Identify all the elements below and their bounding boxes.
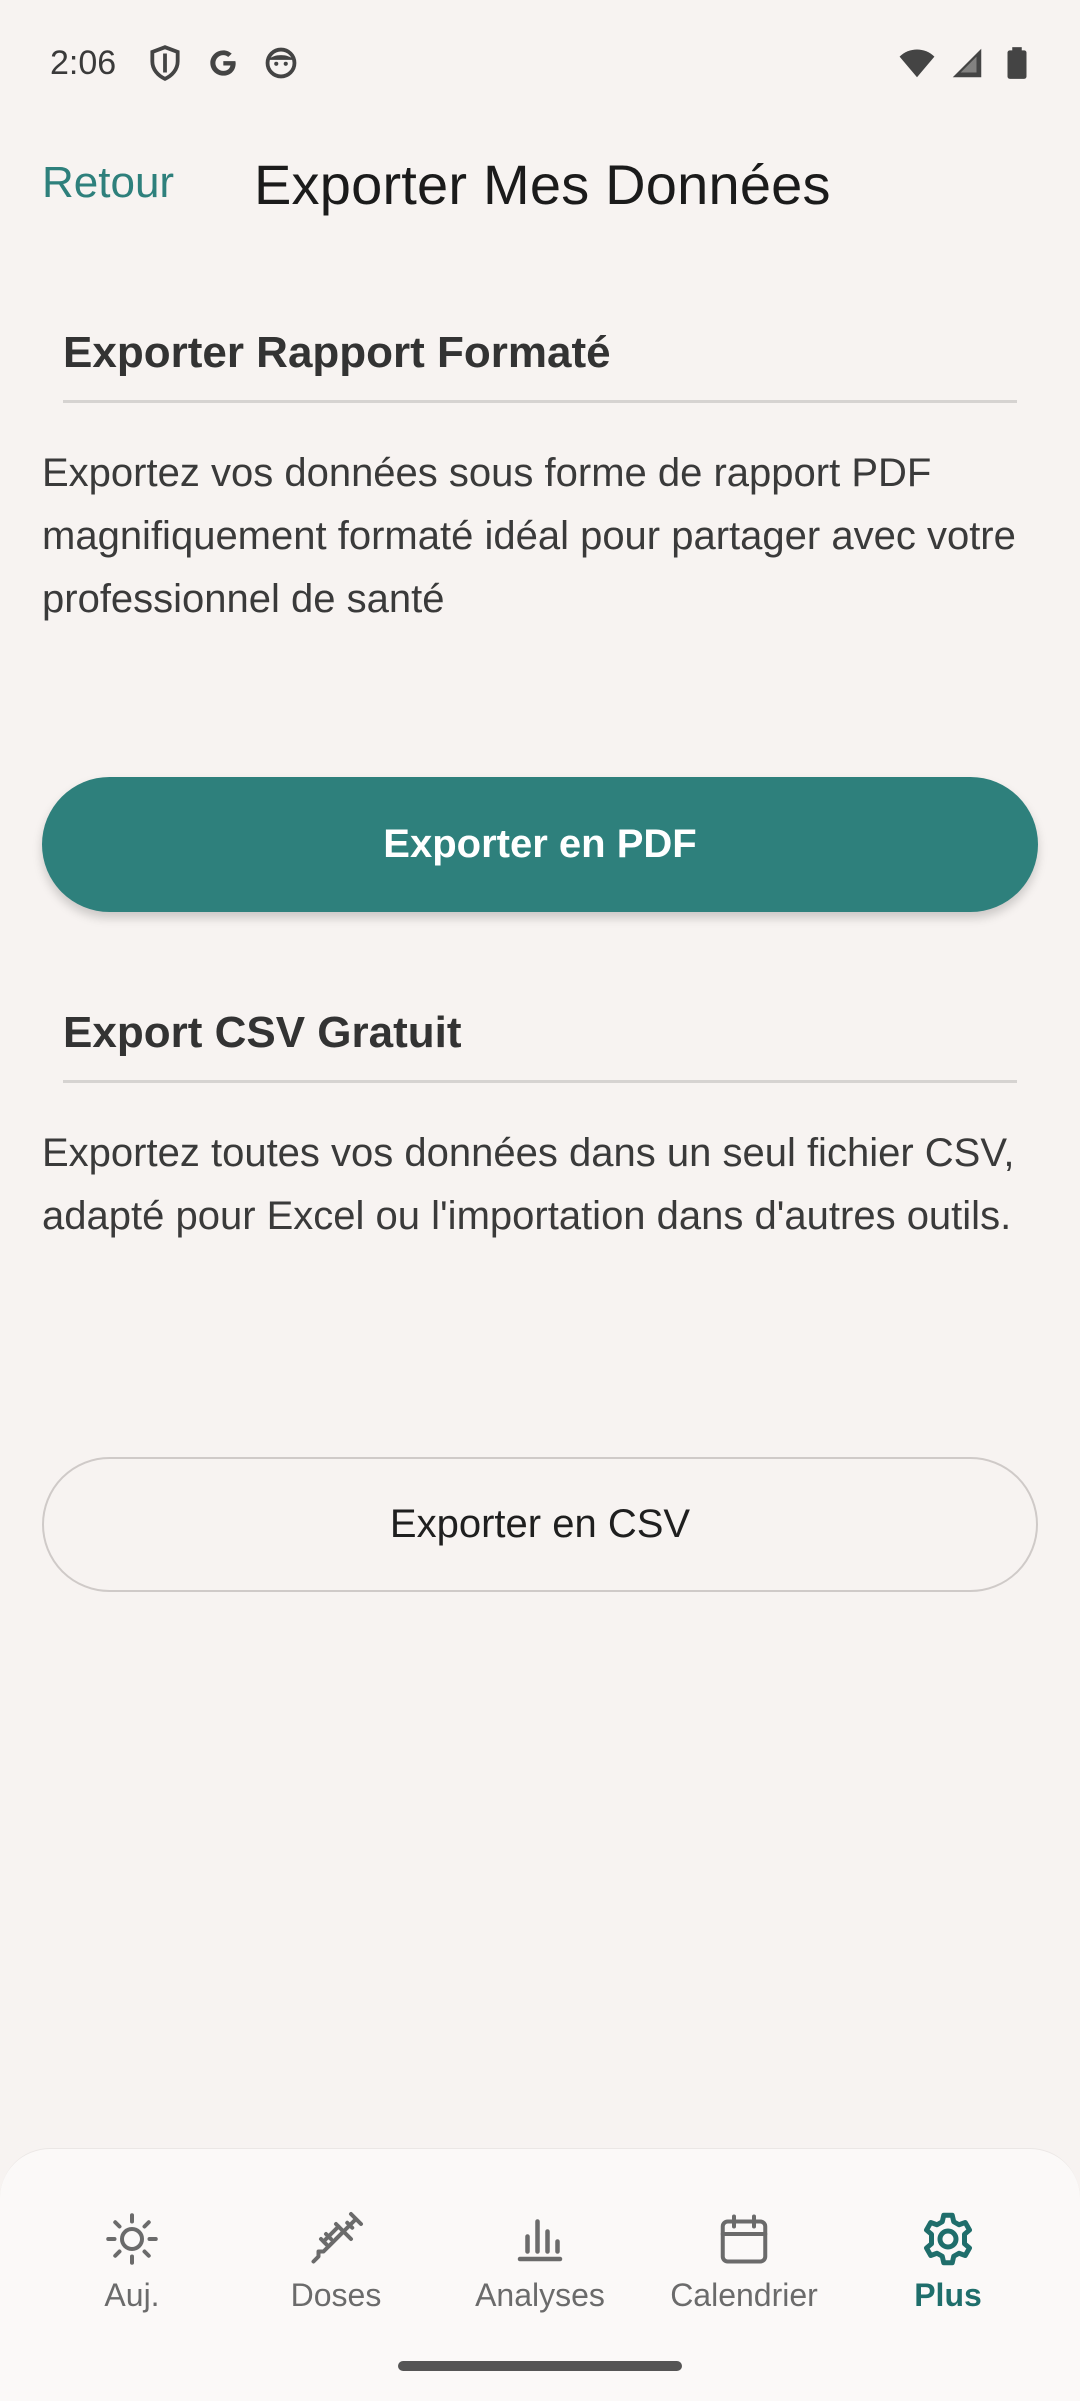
back-button[interactable]: Retour (42, 158, 174, 208)
calendar-icon (720, 2214, 768, 2264)
signal-icon (952, 48, 982, 78)
status-system-icons (898, 44, 1036, 82)
section-description-pdf: Exportez vos données sous forme de rappo… (42, 451, 1016, 621)
google-icon (210, 50, 236, 76)
section-description-csv: Exportez toutes vos données dans un seul… (42, 1131, 1015, 1238)
nav-label-more: Plus (914, 2277, 982, 2313)
export-pdf-button[interactable]: Exporter en PDF (42, 777, 1038, 912)
nav-item-more[interactable]: Plus (848, 2209, 1048, 2314)
syringe-icon (311, 2212, 363, 2264)
nav-label-calendar: Calendrier (670, 2277, 818, 2313)
status-notification-icons (146, 44, 300, 82)
nav-label-doses: Doses (290, 2277, 382, 2313)
nav-item-today[interactable]: Auj. (32, 2209, 232, 2314)
sun-icon (106, 2213, 158, 2265)
page-title: Exporter Mes Données (254, 153, 831, 216)
bar-chart-icon (517, 2219, 563, 2262)
section-heading-pdf: Exporter Rapport Formaté (63, 328, 1017, 403)
shield-icon (150, 45, 180, 81)
status-time: 2:06 (50, 44, 117, 82)
nav-label-today: Auj. (104, 2277, 160, 2313)
status-bar: 2:06 (0, 0, 1080, 130)
wifi-icon (899, 49, 935, 78)
nav-label-analyses: Analyses (475, 2277, 605, 2313)
export-csv-button[interactable]: Exporter en CSV (42, 1457, 1038, 1592)
nav-item-calendar[interactable]: Calendrier (644, 2209, 844, 2314)
top-bar: Retour Exporter Mes Données (0, 150, 1080, 230)
home-indicator[interactable] (398, 2361, 682, 2371)
nav-item-analyses[interactable]: Analyses (440, 2209, 640, 2314)
gear-icon (924, 2212, 972, 2266)
battery-icon (1007, 47, 1027, 79)
section-heading-csv: Export CSV Gratuit (63, 1008, 1017, 1083)
nav-item-doses[interactable]: Doses (236, 2209, 436, 2314)
face-icon (265, 47, 297, 79)
